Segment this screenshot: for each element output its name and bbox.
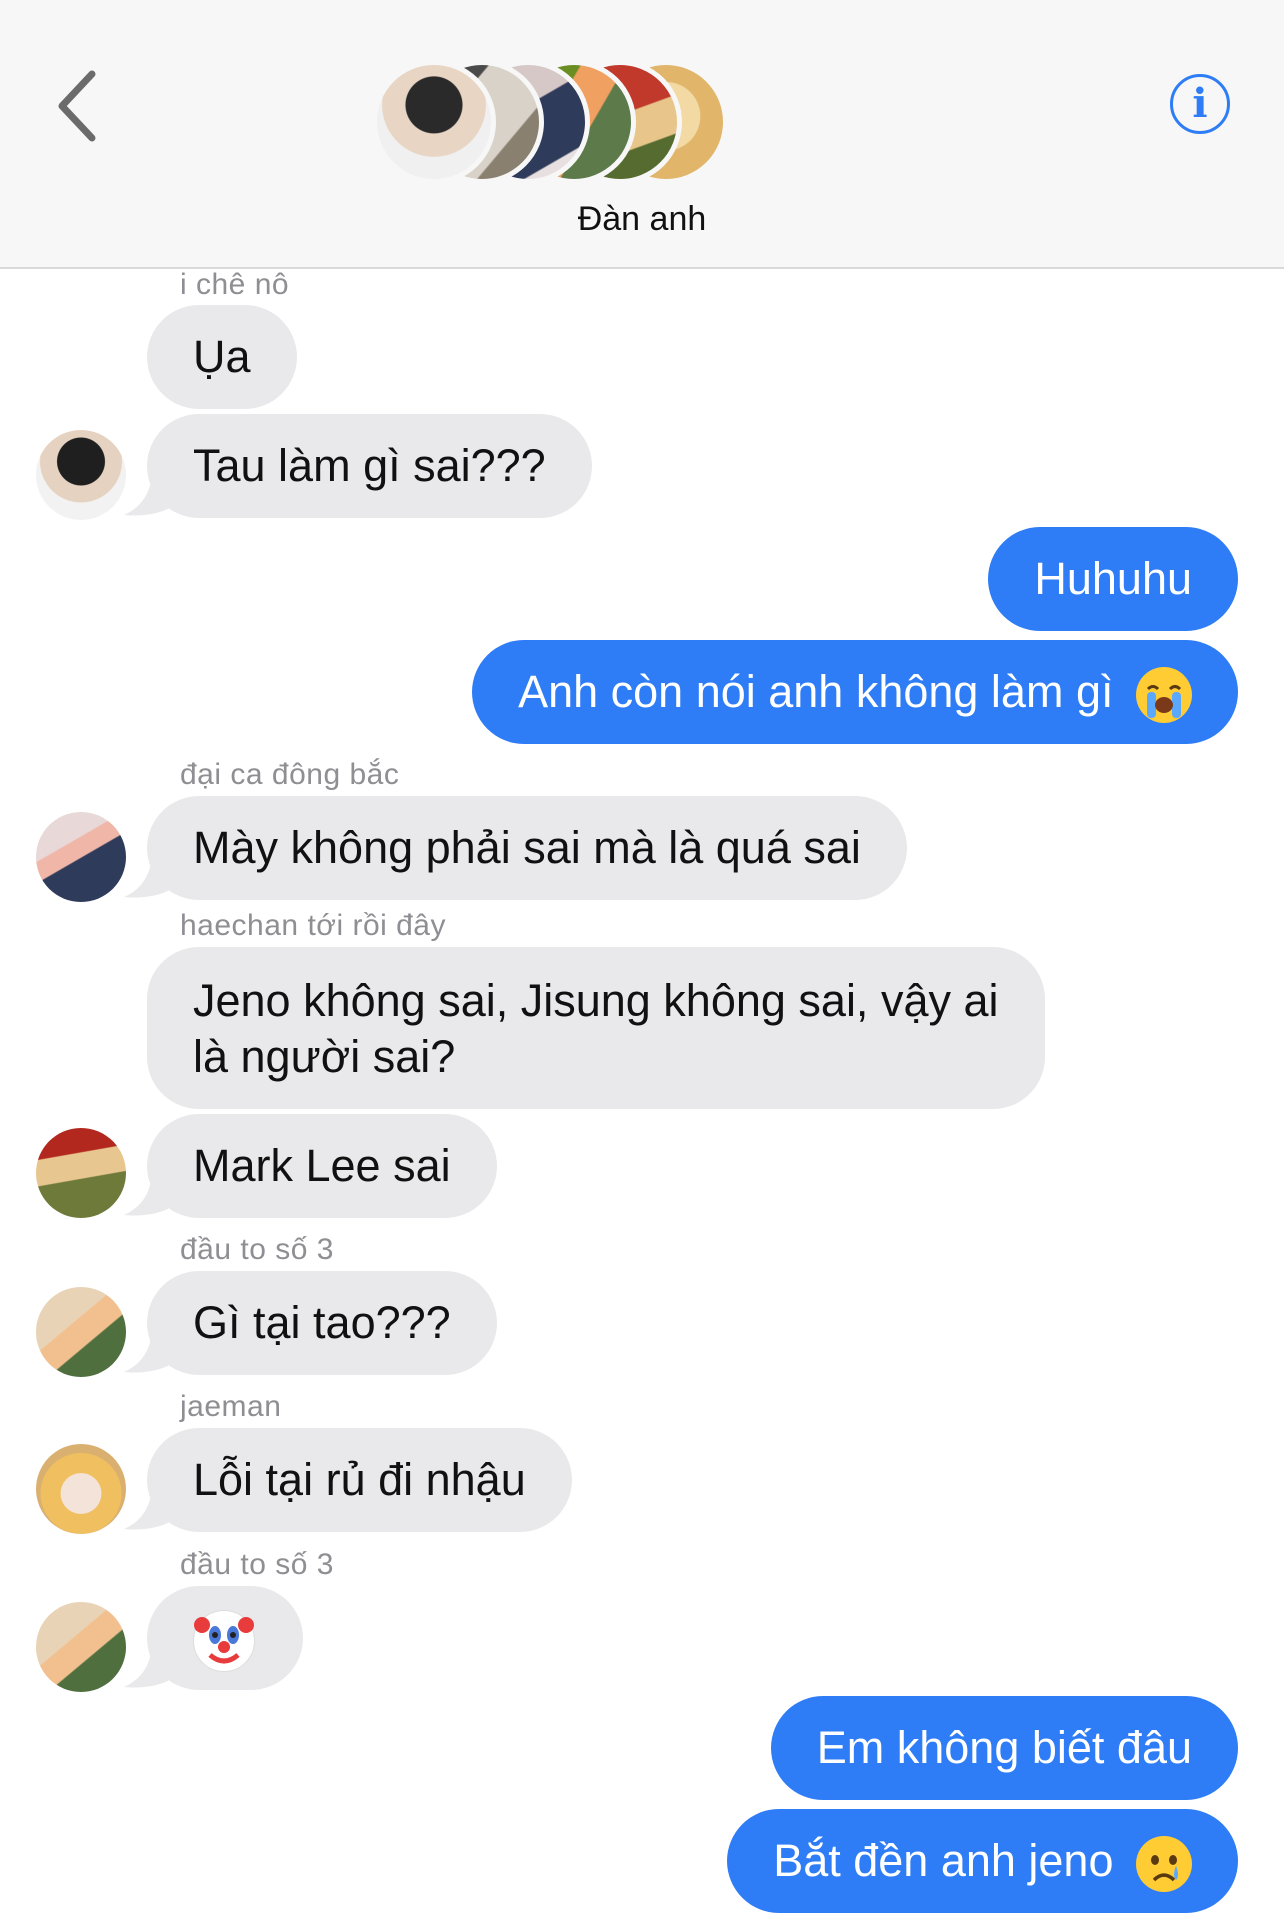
member-avatar bbox=[372, 60, 496, 184]
sender-name: đại ca đông bắc bbox=[180, 758, 400, 791]
message-bubble[interactable]: Ụa bbox=[147, 305, 297, 409]
bubble-tail bbox=[124, 1647, 174, 1688]
message-text: Anh còn nói anh không làm gì bbox=[518, 666, 1114, 717]
sender-name: haechan tới rồi đây bbox=[180, 909, 446, 942]
group-title[interactable]: Đàn anh bbox=[0, 200, 1284, 239]
message-bubble-outgoing[interactable]: Huhuhu bbox=[988, 527, 1238, 631]
message-bubble[interactable]: Lỗi tại rủ đi nhậu bbox=[147, 1428, 572, 1532]
avatar[interactable] bbox=[36, 1444, 126, 1534]
message-bubble-outgoing[interactable]: Anh còn nói anh không làm gì bbox=[472, 640, 1238, 744]
info-icon: i bbox=[1192, 80, 1208, 127]
avatar[interactable] bbox=[36, 1287, 126, 1377]
sender-name: i chê nô bbox=[180, 268, 290, 301]
message-bubble[interactable]: Tau làm gì sai??? bbox=[147, 414, 592, 518]
message-bubble[interactable]: Gì tại tao??? bbox=[147, 1271, 497, 1375]
message-bubble-outgoing[interactable]: Em không biết đâu bbox=[770, 1696, 1238, 1800]
avatar[interactable] bbox=[36, 1128, 126, 1218]
sender-name: jaeman bbox=[180, 1390, 282, 1423]
clown-face-icon bbox=[193, 1610, 255, 1673]
bubble-tail bbox=[124, 475, 174, 516]
message-bubble[interactable]: Mark Lee sai bbox=[147, 1114, 497, 1218]
bubble-tail bbox=[124, 857, 174, 898]
message-bubble[interactable]: Jeno không sai, Jisung không sai, vậy ai… bbox=[147, 947, 1045, 1109]
bubble-tail bbox=[124, 1332, 174, 1373]
group-avatar-stack[interactable] bbox=[372, 60, 732, 184]
bubble-tail bbox=[124, 1489, 174, 1530]
loudly-crying-face-icon bbox=[1136, 667, 1192, 724]
avatar[interactable] bbox=[36, 812, 126, 902]
avatar[interactable] bbox=[36, 430, 126, 520]
message-text-line: Jeno không sai, Jisung không sai, vậy ai bbox=[193, 975, 999, 1026]
bubble-tail bbox=[124, 1175, 174, 1216]
message-bubble-outgoing[interactable]: Bắt đền anh jeno bbox=[727, 1809, 1238, 1913]
chevron-left-icon bbox=[58, 70, 96, 142]
message-text-line: là người sai? bbox=[193, 1031, 456, 1082]
message-text: Bắt đền anh jeno bbox=[773, 1835, 1114, 1886]
message-bubble[interactable]: Mày không phải sai mà là quá sai bbox=[147, 796, 907, 900]
avatar[interactable] bbox=[36, 1602, 126, 1692]
chat-header: Đàn anh i bbox=[0, 0, 1284, 269]
info-button[interactable]: i bbox=[1170, 74, 1230, 134]
crying-face-icon bbox=[1136, 1836, 1192, 1893]
back-button[interactable] bbox=[52, 68, 108, 144]
sender-name: đầu to số 3 bbox=[180, 1233, 334, 1266]
sender-name: đầu to số 3 bbox=[180, 1548, 334, 1581]
